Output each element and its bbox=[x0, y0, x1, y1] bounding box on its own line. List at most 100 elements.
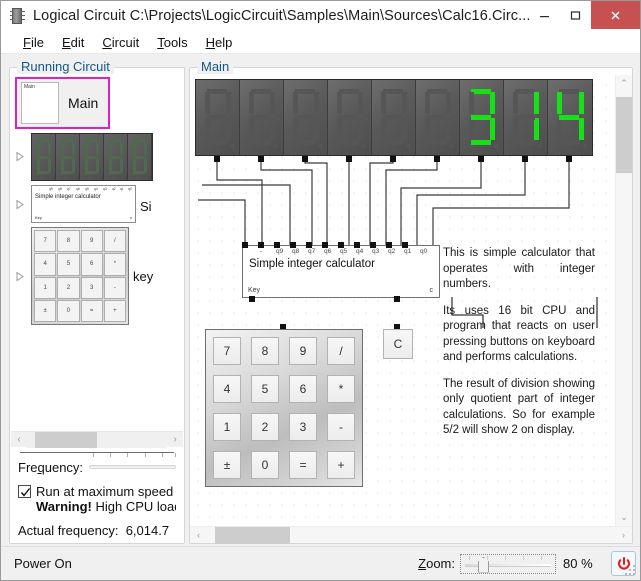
zoom-label: Zoom: bbox=[418, 556, 455, 571]
pin-label-key: Key bbox=[248, 287, 261, 294]
display-digit-5 bbox=[416, 80, 460, 155]
sidebar-hscroll-thumb[interactable] bbox=[35, 431, 97, 448]
pin-label: q9 bbox=[49, 187, 53, 191]
sidebar-item-main[interactable]: Main Main bbox=[11, 75, 183, 131]
close-button[interactable] bbox=[591, 1, 640, 29]
pin-nub bbox=[354, 242, 360, 248]
menu-edit[interactable]: Edit bbox=[53, 33, 93, 52]
run-max-speed-row[interactable]: Run at maximum speed bbox=[18, 484, 176, 499]
key-4[interactable]: 4 bbox=[213, 375, 241, 403]
key-3[interactable]: 3 bbox=[289, 413, 317, 441]
status-bar: Power On Zoom: 80 % bbox=[1, 546, 640, 580]
thumb-key: 9 bbox=[80, 230, 103, 253]
thumb-key: 6 bbox=[80, 253, 103, 276]
expander-icon[interactable] bbox=[13, 149, 27, 163]
frequency-slider[interactable] bbox=[89, 453, 177, 475]
menu-help[interactable]: Help bbox=[197, 33, 242, 52]
pin-label-q4: q4 bbox=[356, 248, 364, 255]
scroll-right-icon[interactable]: › bbox=[167, 434, 183, 445]
maximize-button[interactable] bbox=[560, 1, 591, 29]
note-paragraph-2: Its uses 16 bit CPU and program that rea… bbox=[443, 304, 595, 364]
pin-label: q8 bbox=[58, 187, 62, 191]
scroll-left-icon[interactable]: ‹ bbox=[11, 434, 27, 445]
sidebar-item-calculator[interactable]: Simple integer calculator - q9 q8 q7 q6 … bbox=[11, 183, 183, 225]
frequency-slider-track[interactable] bbox=[89, 465, 176, 469]
sidebar-item-display[interactable] bbox=[11, 131, 183, 183]
clear-button[interactable]: C bbox=[383, 329, 413, 359]
thumb-key: 0 bbox=[57, 299, 80, 322]
pin-nub bbox=[566, 156, 572, 162]
pin-nub bbox=[274, 242, 280, 248]
menu-help-rest: elp bbox=[214, 34, 233, 50]
key-5[interactable]: 5 bbox=[251, 375, 279, 403]
resize-grip[interactable] bbox=[625, 565, 637, 577]
keypad-block[interactable]: 7 8 9 / 4 5 6 * 1 2 3 - ± 0 = + bbox=[205, 329, 363, 487]
zoom-slider[interactable] bbox=[460, 553, 556, 574]
thumb-key: / bbox=[103, 230, 126, 253]
key-0[interactable]: 0 bbox=[251, 451, 279, 479]
key-multiply[interactable]: * bbox=[327, 375, 355, 403]
key-6[interactable]: 6 bbox=[289, 375, 317, 403]
pin-nub bbox=[522, 156, 528, 162]
pin-label-q3: q3 bbox=[372, 248, 380, 255]
menu-file[interactable]: File bbox=[14, 33, 53, 52]
thumb-key: 7 bbox=[34, 230, 57, 253]
display-digit-0 bbox=[196, 80, 240, 155]
title-bar: Logical Circuit C:\Projects\LogicCircuit… bbox=[1, 1, 640, 31]
expander-icon[interactable] bbox=[13, 269, 27, 283]
pin-nub bbox=[242, 242, 248, 248]
key-8[interactable]: 8 bbox=[251, 337, 279, 365]
expander-icon[interactable] bbox=[13, 197, 27, 211]
pin-label-q8: q8 bbox=[292, 248, 300, 255]
display-digit-2 bbox=[284, 80, 328, 155]
pin-label-q0: q0 bbox=[420, 248, 428, 255]
canvas-hscrollbar[interactable]: ‹ › bbox=[190, 526, 632, 544]
key-equals[interactable]: = bbox=[289, 451, 317, 479]
zoom-controls: Zoom: 80 % bbox=[418, 551, 636, 576]
thumb-key: * bbox=[103, 253, 126, 276]
key-plus[interactable]: + bbox=[327, 451, 355, 479]
frequency-panel: Frequency: Run at maximum speed Warning!… bbox=[10, 447, 184, 543]
run-max-speed-checkbox[interactable] bbox=[18, 485, 31, 498]
sidebar-item-main-label: Main bbox=[68, 95, 99, 111]
warning-text: High CPU load bbox=[95, 499, 176, 514]
display-thumbnail bbox=[31, 133, 153, 181]
scroll-left-icon[interactable]: ‹ bbox=[190, 530, 207, 540]
key-7[interactable]: 7 bbox=[213, 337, 241, 365]
cpu-warning: Warning! High CPU load bbox=[36, 499, 176, 514]
minimize-button[interactable] bbox=[529, 1, 560, 29]
key-9[interactable]: 9 bbox=[289, 337, 317, 365]
circuit-notes: This is simple calculator that operates … bbox=[443, 246, 595, 439]
menu-tools[interactable]: Tools bbox=[148, 33, 196, 52]
actual-frequency-value: 6,014.7 bbox=[125, 523, 170, 538]
calculator-block[interactable]: Simple integer calculator - q9 q8 q7 q6 … bbox=[242, 245, 440, 298]
key-plusminus[interactable]: ± bbox=[213, 451, 241, 479]
pin-label-q9: q9 bbox=[276, 248, 284, 255]
canvas-hscroll-thumb[interactable] bbox=[215, 527, 290, 544]
pin-nub bbox=[370, 242, 376, 248]
key-1[interactable]: 1 bbox=[213, 413, 241, 441]
pin-label-q1: q1 bbox=[404, 248, 412, 255]
thumb-key: 5 bbox=[57, 253, 80, 276]
canvas-vscroll-thumb[interactable] bbox=[616, 97, 632, 173]
key-minus[interactable]: - bbox=[327, 413, 355, 441]
pin-nub bbox=[258, 242, 264, 248]
pin-nub bbox=[306, 242, 312, 248]
scroll-up-icon[interactable]: ⌃ bbox=[616, 75, 632, 92]
key-divide[interactable]: / bbox=[327, 337, 355, 365]
circuit-canvas[interactable]: Simple integer calculator - q9 q8 q7 q6 … bbox=[190, 75, 615, 526]
calculator-thumbnail: Simple integer calculator - q9 q8 q7 q6 … bbox=[31, 185, 136, 223]
key-2[interactable]: 2 bbox=[251, 413, 279, 441]
pin-nub bbox=[249, 296, 255, 302]
scroll-right-icon[interactable]: › bbox=[615, 530, 632, 540]
sidebar-hscroll-track[interactable] bbox=[27, 431, 167, 448]
sidebar-item-keypad[interactable]: 7 8 9 / 4 5 6 * 1 2 3 - ± 0 = + key bbox=[11, 225, 183, 327]
scroll-down-icon[interactable]: ⌄ bbox=[616, 509, 632, 526]
circuit-tree[interactable]: Main Main Simple integer calculator - q9… bbox=[11, 75, 183, 431]
sidebar-hscrollbar[interactable]: ‹ › bbox=[11, 431, 183, 448]
canvas-vscrollbar[interactable]: ⌃ ⌄ bbox=[615, 75, 632, 526]
run-max-speed-label: Run at maximum speed bbox=[36, 484, 174, 499]
actual-frequency: Actual frequency: 6,014.7 bbox=[18, 523, 176, 538]
menu-circuit[interactable]: Circuit bbox=[93, 33, 148, 52]
zoom-slider-track[interactable] bbox=[465, 563, 551, 567]
